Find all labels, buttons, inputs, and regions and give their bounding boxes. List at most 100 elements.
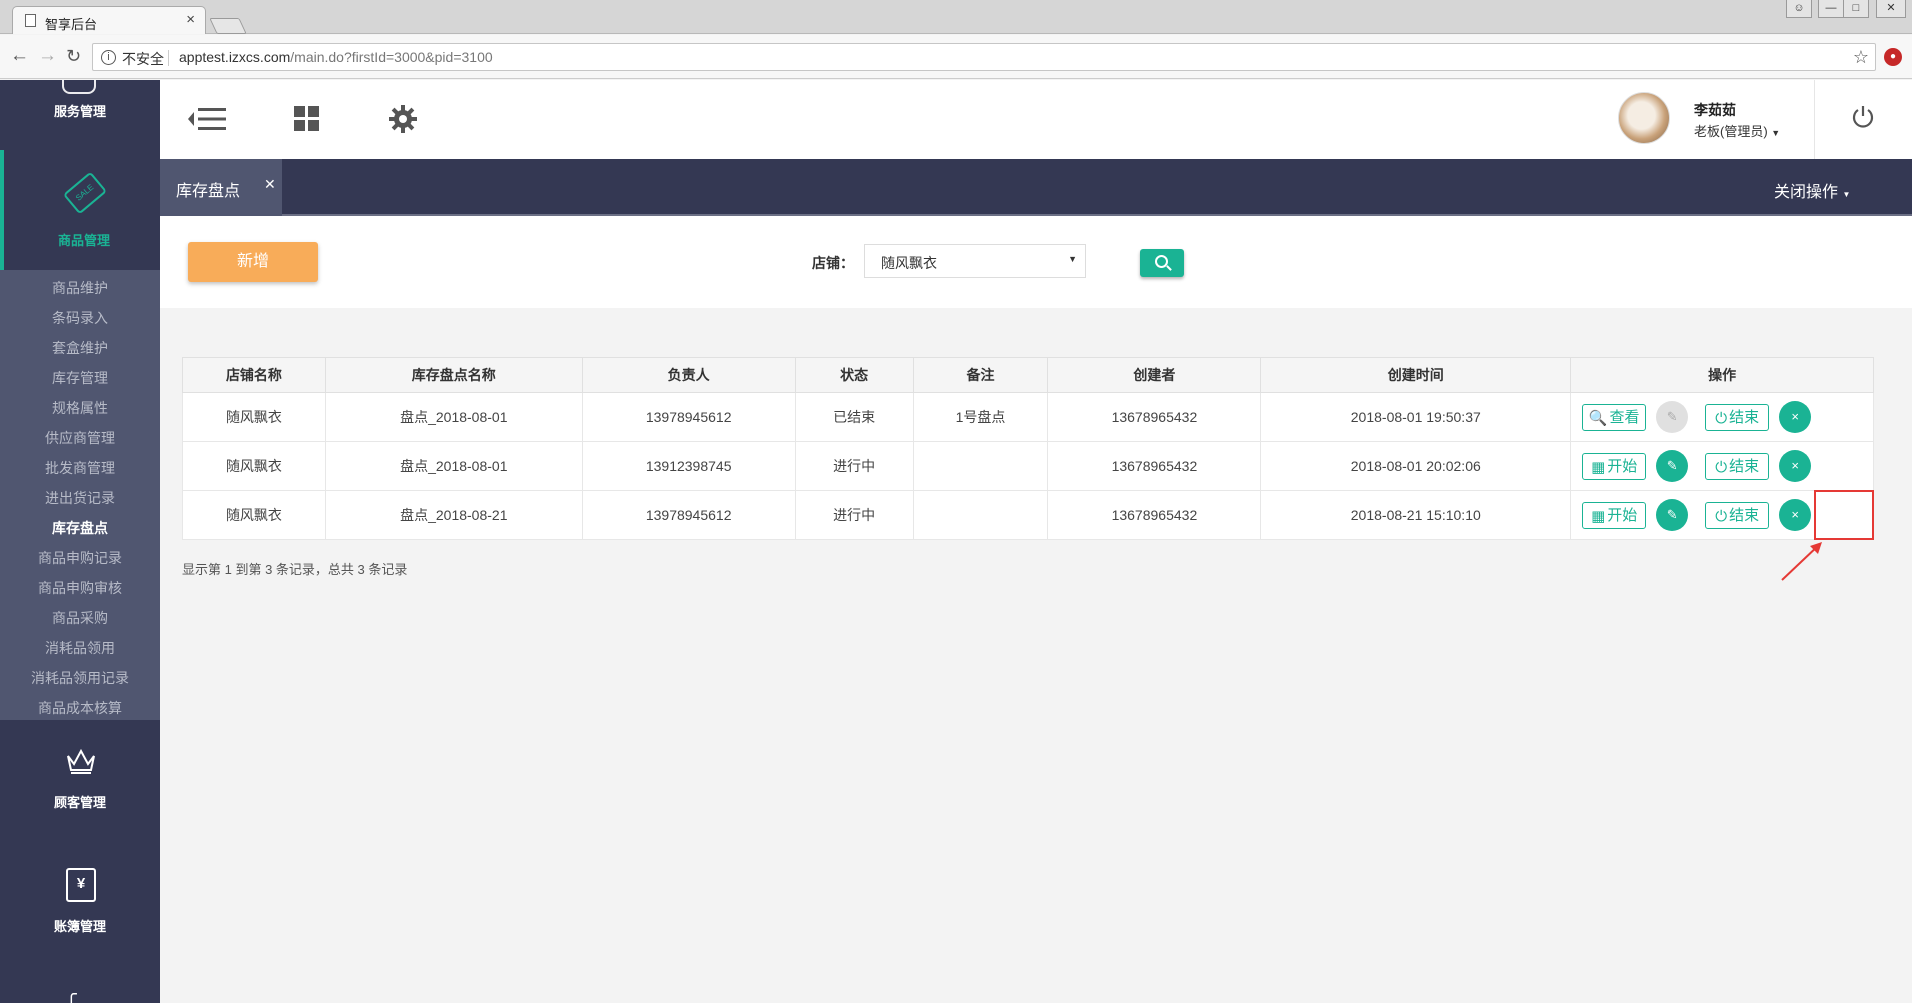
sidebar-item-service[interactable]: 服务管理 [0, 101, 160, 120]
reload-icon[interactable]: ↻ [66, 46, 81, 66]
tab-close-icon[interactable]: × [186, 11, 195, 28]
forward-icon[interactable]: → [38, 46, 57, 66]
submenu-item[interactable]: 库存管理 [0, 368, 160, 388]
bookmark-star-icon[interactable]: ☆ [1853, 47, 1869, 68]
submenu-item[interactable]: 批发商管理 [0, 458, 160, 478]
cell-actions: 🔍 查看 ✎ ⏻ 结束 × [1570, 392, 1874, 442]
cell-actions: ▦ 开始 ✎ ⏻ 结束 × [1570, 441, 1874, 491]
avatar[interactable] [1618, 92, 1670, 144]
column-header[interactable]: 状态 [794, 357, 914, 393]
column-header[interactable]: 创建时间 [1260, 357, 1572, 393]
submenu-item[interactable]: 套盒维护 [0, 338, 160, 358]
submenu-item[interactable]: 规格属性 [0, 398, 160, 418]
edit-button[interactable]: ✎ [1656, 450, 1689, 482]
tab-close-icon[interactable]: ✕ [264, 176, 276, 193]
submenu-item[interactable]: 消耗品领用 [0, 638, 160, 658]
end-button[interactable]: ⏻ 结束 [1705, 502, 1770, 529]
sidebar-item-goods[interactable]: SALE 商品管理 [0, 150, 160, 270]
store-select[interactable]: 随风飘衣 ▼ [864, 244, 1086, 278]
submenu-item[interactable]: 商品维护 [0, 278, 160, 298]
ledger-icon: ¥ [66, 868, 96, 902]
search-button[interactable] [1140, 249, 1184, 277]
highlight-box [1814, 490, 1874, 540]
cell-name: 盘点_2018-08-01 [324, 441, 583, 491]
url-input[interactable]: i 不安全 apptest.izxcs.com/main.do?firstId=… [92, 43, 1876, 71]
gear-icon[interactable] [389, 105, 417, 133]
annotation-arrow [1781, 542, 1822, 581]
grid-icon[interactable] [294, 106, 320, 132]
user-profile-icon[interactable]: ☺ [1786, 0, 1812, 18]
cell-store: 随风飘衣 [182, 392, 326, 442]
sidebar-item-customer[interactable]: 顾客管理 [0, 792, 160, 811]
tab-inventory-check[interactable]: 库存盘点 ✕ [160, 159, 282, 216]
caret-down-icon: ▼ [1771, 128, 1781, 138]
end-button[interactable]: ⏻ 结束 [1705, 453, 1770, 480]
delete-button[interactable]: × [1779, 450, 1812, 482]
cell-status: 进行中 [794, 441, 914, 491]
cell-name: 盘点_2018-08-01 [324, 392, 583, 442]
view-doc-icon: 🔍 [1588, 409, 1608, 427]
power-icon: ⏻ [1715, 458, 1728, 476]
submenu-item[interactable]: 消耗品领用记录 [0, 668, 160, 688]
address-bar: ← → ↻ i 不安全 apptest.izxcs.com/main.do?fi… [0, 35, 1912, 79]
start-button[interactable]: ▦ 开始 [1582, 502, 1647, 529]
submenu-item[interactable]: 商品申购记录 [0, 548, 160, 568]
submenu-item[interactable]: 供应商管理 [0, 428, 160, 448]
end-button[interactable]: ⏻ 结束 [1705, 404, 1770, 431]
cell-created: 2018-08-21 15:10:10 [1260, 490, 1572, 540]
close-operations-dropdown[interactable]: 关闭操作 ▼ [1774, 178, 1850, 202]
extension-icon[interactable]: ● [1884, 48, 1902, 66]
new-tab-button[interactable] [209, 18, 247, 34]
abacus-icon: ▦ [1591, 507, 1606, 525]
column-header[interactable]: 负责人 [581, 357, 796, 393]
cell-note [912, 490, 1049, 540]
submenu-item[interactable]: 商品成本核算 [0, 698, 160, 718]
user-role-label: 老板(管理员) [1694, 124, 1768, 139]
store-label: 店铺： [812, 255, 854, 271]
info-icon[interactable]: i [101, 50, 116, 65]
power-icon: ⏻ [1715, 507, 1728, 525]
view-button[interactable]: 🔍 查看 [1582, 404, 1647, 431]
column-header[interactable]: 备注 [912, 357, 1049, 393]
url-text: apptest.izxcs.com/main.do?firstId=3000&p… [179, 49, 493, 65]
store-select-value: 随风飘衣 [881, 255, 937, 271]
submenu-item[interactable]: 商品申购审核 [0, 578, 160, 598]
back-icon[interactable]: ← [10, 46, 29, 66]
delete-button[interactable]: × [1779, 401, 1812, 433]
url-separator [168, 50, 169, 66]
column-header[interactable]: 创建者 [1047, 357, 1262, 393]
browser-tab-title: 智享后台 [45, 17, 98, 32]
tab-label: 库存盘点 [176, 183, 241, 200]
submenu-item[interactable]: 条码录入 [0, 308, 160, 328]
filter-toolbar: 新增 店铺： 随风飘衣 ▼ [160, 216, 1912, 308]
minimize-icon[interactable]: — [1818, 0, 1844, 18]
window-close-icon[interactable]: ✕ [1876, 0, 1906, 18]
caret-down-icon: ▼ [1068, 254, 1077, 264]
column-header[interactable]: 店铺名称 [182, 357, 326, 393]
delete-button[interactable]: × [1779, 499, 1812, 531]
user-role-dropdown[interactable]: 老板(管理员) ▼ [1694, 121, 1780, 140]
user-name: 李茹茹 [1694, 102, 1736, 118]
pagination-summary: 显示第 1 到第 3 条记录，总共 3 条记录 [182, 562, 408, 577]
sidebar-item-accounts[interactable]: 账簿管理 [0, 916, 160, 935]
add-button[interactable]: 新增 [188, 242, 318, 282]
maximize-icon[interactable]: □ [1843, 0, 1869, 18]
power-icon[interactable] [1850, 104, 1876, 130]
table-row: 随风飘衣 盘点_2018-08-01 13978945612 已结束 1号盘点 … [182, 392, 1874, 442]
submenu-item-active[interactable]: 库存盘点 [0, 518, 160, 538]
cell-owner: 13978945612 [581, 392, 796, 442]
end-label: 结束 [1729, 458, 1760, 475]
cell-creator: 13678965432 [1047, 490, 1262, 540]
start-label: 开始 [1607, 507, 1638, 524]
menu-collapse-icon[interactable] [186, 106, 228, 132]
submenu-item[interactable]: 商品采购 [0, 608, 160, 628]
browser-tab[interactable]: 智享后台 × [12, 6, 206, 34]
column-header: 操作 [1570, 357, 1874, 393]
edit-button[interactable]: ✎ [1656, 499, 1689, 531]
column-header[interactable]: 库存盘点名称 [324, 357, 583, 393]
cell-created: 2018-08-01 19:50:37 [1260, 392, 1572, 442]
cell-creator: 13678965432 [1047, 441, 1262, 491]
start-button[interactable]: ▦ 开始 [1582, 453, 1647, 480]
sidebar: 服务管理 SALE 商品管理 商品维护 条码录入 套盒维护 库存管理 规格属性 … [0, 80, 160, 1003]
submenu-item[interactable]: 进出货记录 [0, 488, 160, 508]
